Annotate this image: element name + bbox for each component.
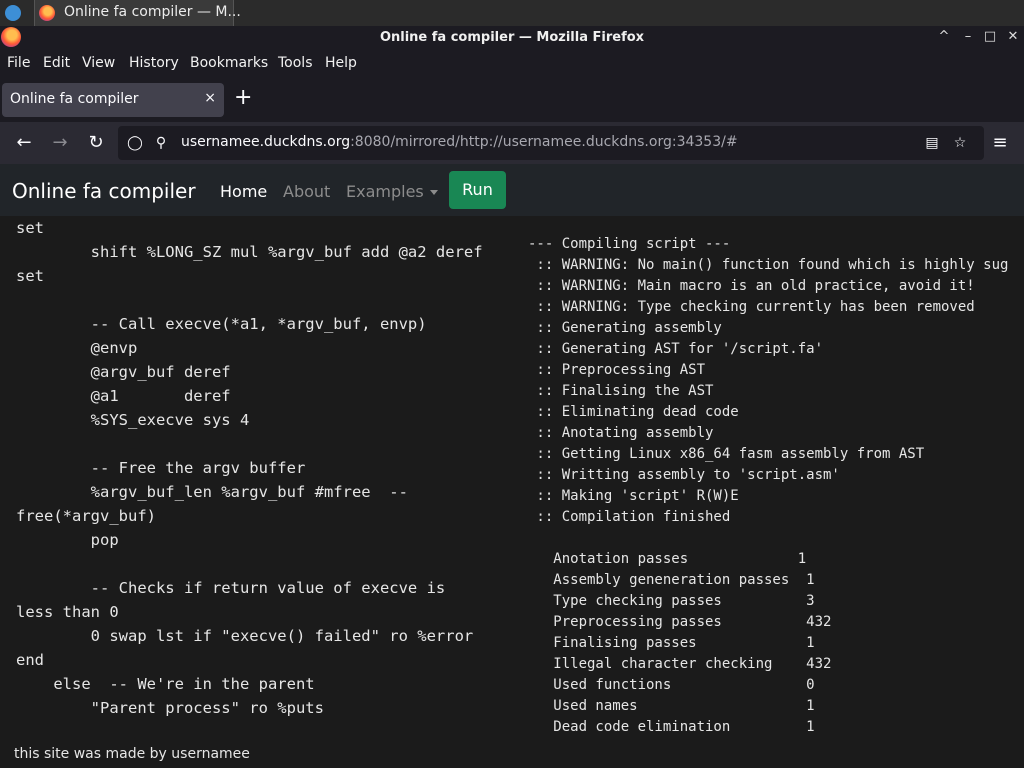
site-brand[interactable]: Online fa compiler — [12, 179, 196, 203]
forward-arrow-icon[interactable]: → — [48, 131, 72, 155]
url-path: :8080/mirrored/http://usernamee.duckdns.… — [350, 134, 738, 150]
compiler-output: --- Compiling script --- :: WARNING: No … — [528, 234, 1024, 744]
reload-icon[interactable]: ↻ — [84, 131, 108, 155]
close-window-button[interactable]: ✕ — [1004, 29, 1022, 44]
window-title: Online fa compiler — Mozilla Firefox — [379, 30, 645, 45]
minimize-button[interactable]: – — [959, 29, 977, 44]
app-launcher-icon[interactable] — [5, 5, 21, 21]
menu-bookmarks[interactable]: Bookmarks — [190, 55, 268, 71]
bookmark-star-icon[interactable]: ☆ — [951, 134, 969, 152]
menu-view[interactable]: View — [82, 55, 115, 71]
nav-home[interactable]: Home — [220, 182, 267, 201]
tab-online-fa-compiler[interactable]: Online fa compiler × — [2, 83, 224, 117]
nav-examples-dropdown[interactable]: Examples — [346, 182, 438, 201]
navigation-bar: ← → ↻ ◯ ⚲ usernamee.duckdns.org:8080/mir… — [0, 122, 1024, 164]
maximize-button[interactable]: □ — [981, 29, 999, 44]
code-editor[interactable]: set shift %LONG_SZ mul %argv_buf add @a2… — [0, 216, 520, 736]
url-text[interactable]: usernamee.duckdns.org:8080/mirrored/http… — [181, 134, 738, 150]
url-bar[interactable]: ◯ ⚲ usernamee.duckdns.org:8080/mirrored/… — [118, 126, 984, 160]
menu-tools[interactable]: Tools — [278, 55, 313, 71]
shield-icon[interactable]: ◯ — [126, 134, 144, 152]
taskbar-task-title: Online fa compiler — M... — [64, 4, 241, 20]
menu-edit[interactable]: Edit — [43, 55, 70, 71]
footer-text: this site was made by usernamee — [14, 746, 250, 762]
taskbar: Online fa compiler — M... — [0, 0, 1024, 26]
new-tab-button[interactable]: + — [234, 86, 252, 110]
firefox-icon — [39, 5, 55, 21]
nav-examples-label: Examples — [346, 182, 424, 201]
lock-insecure-icon[interactable]: ⚲ — [152, 134, 170, 152]
menu-history[interactable]: History — [129, 55, 179, 71]
back-arrow-icon[interactable]: ← — [12, 131, 36, 155]
chevron-down-icon — [429, 190, 438, 195]
tab-strip: Online fa compiler × — [0, 78, 1024, 122]
menu-help[interactable]: Help — [325, 55, 357, 71]
reader-view-icon[interactable]: ▤ — [923, 134, 941, 152]
tab-title: Online fa compiler — [10, 91, 139, 107]
output-log: --- Compiling script --- :: WARNING: No … — [528, 236, 1009, 735]
site-navbar: Online fa compiler Home About Examples R… — [0, 164, 1024, 216]
menu-bar: File Edit View History Bookmarks Tools H… — [0, 50, 1024, 78]
url-host: usernamee.duckdns.org — [181, 134, 351, 150]
window-titlebar: Online fa compiler — Mozilla Firefox ^ –… — [0, 26, 1024, 50]
close-tab-icon[interactable]: × — [204, 90, 216, 106]
taskbar-firefox-window[interactable]: Online fa compiler — M... — [34, 0, 241, 26]
code-text[interactable]: set shift %LONG_SZ mul %argv_buf add @a2… — [16, 216, 483, 720]
menu-file[interactable]: File — [7, 55, 30, 71]
run-button[interactable]: Run — [449, 171, 506, 209]
hamburger-menu-icon[interactable]: ≡ — [988, 131, 1012, 155]
nav-about[interactable]: About — [283, 182, 330, 201]
keep-above-button[interactable]: ^ — [935, 29, 953, 44]
